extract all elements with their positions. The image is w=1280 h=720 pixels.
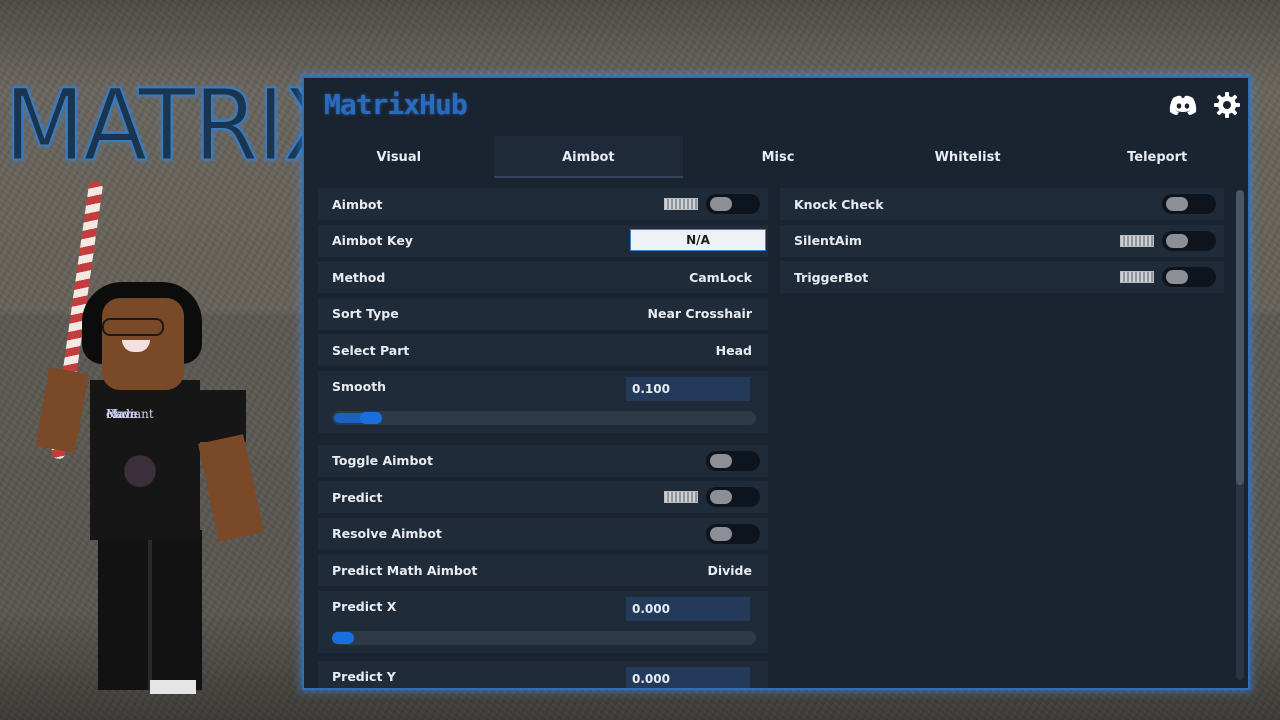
- method-label: Method: [332, 269, 386, 285]
- tab-whitelist[interactable]: Whitelist: [873, 136, 1063, 178]
- tab-teleport[interactable]: Teleport: [1062, 136, 1248, 178]
- predict-x-input[interactable]: 0.000: [626, 596, 750, 621]
- toggle-aimbot-toggle[interactable]: [706, 450, 760, 471]
- title-icons: [1168, 90, 1242, 120]
- predict-x-row: Predict X 0.000: [318, 590, 768, 653]
- aimbot-toggle[interactable]: [706, 194, 760, 214]
- toggle-knob: [1166, 233, 1188, 248]
- smooth-slider-handle[interactable]: [360, 411, 382, 424]
- smooth-slider[interactable]: [332, 410, 756, 425]
- keybind-icon[interactable]: [664, 491, 698, 503]
- keybind-icon[interactable]: [1120, 234, 1154, 247]
- avatar-glasses: [102, 318, 164, 336]
- avatar-leg-divider: [148, 540, 152, 690]
- predict-toggle[interactable]: [706, 487, 760, 507]
- resolve-aimbot-toggle[interactable]: [706, 523, 760, 544]
- predict-y-row: Predict Y 0.000: [318, 660, 768, 688]
- aimbot-key-row: Aimbot Key N/A: [318, 224, 768, 257]
- predict-math-label: Predict Math Aimbot: [332, 562, 478, 578]
- tab-misc[interactable]: Misc: [683, 136, 873, 178]
- trigger-bot-label: TriggerBot: [794, 269, 869, 285]
- select-part-value[interactable]: Head: [716, 343, 752, 358]
- predict-x-slider[interactable]: [332, 630, 756, 645]
- silent-aim-toggle[interactable]: [1162, 230, 1216, 251]
- toggle-aimbot-row: Toggle Aimbot: [318, 444, 768, 477]
- predict-x-slider-handle[interactable]: [332, 631, 354, 644]
- toggle-aimbot-label: Toggle Aimbot: [332, 453, 433, 468]
- avatar-character: Radiant clove Main: [30, 180, 270, 700]
- select-part-row[interactable]: Select Part Head: [318, 334, 768, 366]
- aimbot-row: Aimbot: [318, 188, 768, 220]
- knock-check-row: Knock Check: [780, 188, 1224, 220]
- keybind-icon[interactable]: [1120, 271, 1154, 283]
- window-title: MatrixHub: [324, 88, 468, 121]
- sort-type-label: Sort Type: [332, 306, 399, 321]
- resolve-aimbot-row: Resolve Aimbot: [318, 517, 768, 550]
- aimbot-key-label: Aimbot Key: [332, 233, 413, 248]
- smooth-row: Smooth 0.100: [318, 370, 768, 433]
- toggle-knob: [1166, 270, 1188, 284]
- knock-check-toggle[interactable]: [1162, 194, 1216, 214]
- method-value[interactable]: CamLock: [689, 270, 752, 285]
- avatar-right-arm: [198, 434, 264, 542]
- predict-math-value[interactable]: Divide: [707, 563, 752, 578]
- aimbot-label: Aimbot: [332, 196, 383, 212]
- trigger-bot-toggle[interactable]: [1162, 267, 1216, 287]
- toggle-knob: [710, 197, 732, 211]
- sort-type-row[interactable]: Sort Type Near Crosshair: [318, 297, 768, 330]
- aimbot-options-column: Knock Check SilentAim TriggerBot: [780, 188, 1224, 298]
- knock-check-label: Knock Check: [794, 196, 884, 212]
- scrollbar-thumb[interactable]: [1236, 190, 1244, 485]
- toggle-knob: [710, 490, 732, 504]
- predict-y-input[interactable]: 0.000: [626, 666, 750, 688]
- toggle-knob: [1166, 197, 1188, 211]
- tab-aimbot[interactable]: Aimbot: [493, 136, 684, 178]
- matrix-brand-text: MATRIX: [3, 68, 348, 185]
- avatar-shirt-print: Radiant clove Main: [100, 405, 180, 515]
- sort-type-value[interactable]: Near Crosshair: [648, 306, 752, 321]
- tab-bar: Visual Aimbot Misc Whitelist Teleport: [304, 136, 1248, 178]
- toggle-knob: [710, 526, 732, 541]
- keybind-icon[interactable]: [664, 198, 698, 210]
- predict-label: Predict: [332, 489, 383, 505]
- avatar-left-arm: [35, 367, 89, 453]
- predict-y-label: Predict Y: [332, 668, 396, 684]
- resolve-aimbot-label: Resolve Aimbot: [332, 526, 442, 541]
- predict-row: Predict: [318, 481, 768, 513]
- method-row[interactable]: Method CamLock: [318, 261, 768, 293]
- predict-math-row[interactable]: Predict Math Aimbot Divide: [318, 554, 768, 586]
- select-part-label: Select Part: [332, 342, 410, 358]
- trigger-bot-row: TriggerBot: [780, 261, 1224, 293]
- avatar-shoe: [150, 680, 196, 694]
- predict-x-label: Predict X: [332, 598, 397, 614]
- aimbot-key-button[interactable]: N/A: [630, 228, 766, 251]
- gear-icon[interactable]: [1212, 90, 1242, 120]
- silent-aim-label: SilentAim: [794, 233, 862, 248]
- shirt-line-3: Main: [106, 407, 138, 421]
- tab-visual[interactable]: Visual: [304, 136, 494, 178]
- discord-icon[interactable]: [1168, 90, 1198, 120]
- toggle-knob: [710, 453, 732, 468]
- aimbot-settings-column: Aimbot Aimbot Key N/A Method CamLock Sor…: [318, 188, 768, 688]
- matrixhub-window: MatrixHub Visual Aimbot Misc Whitelist T…: [302, 76, 1250, 690]
- scrollbar[interactable]: [1236, 190, 1244, 680]
- smooth-label: Smooth: [332, 378, 387, 394]
- smooth-input[interactable]: 0.100: [626, 376, 750, 401]
- silent-aim-row: SilentAim: [780, 224, 1224, 257]
